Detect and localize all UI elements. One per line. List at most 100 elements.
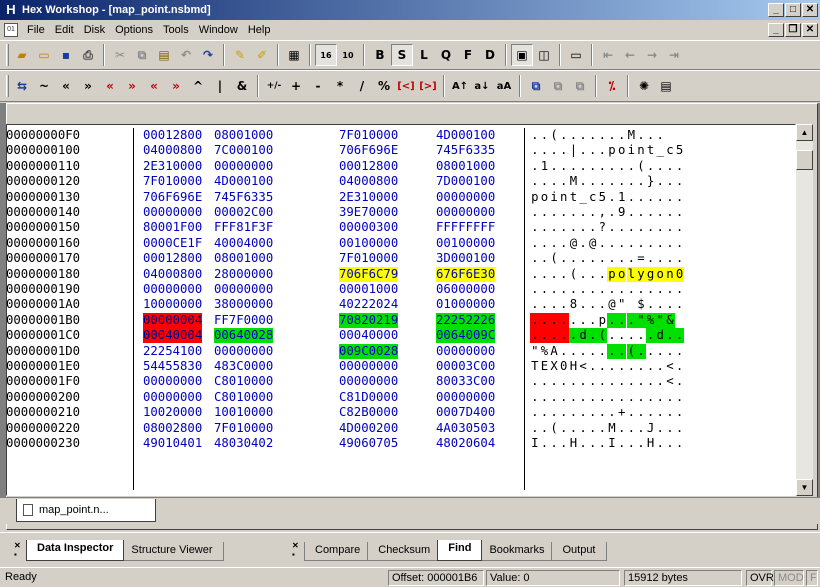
ascii-char[interactable]: .	[675, 159, 685, 174]
ascii-char[interactable]: .	[569, 390, 579, 405]
hex-cell[interactable]: 22252226	[436, 312, 496, 328]
bookmark-remove-icon[interactable]: ✐	[251, 44, 273, 66]
ascii-char[interactable]: .	[588, 344, 598, 359]
tab-bookmarks[interactable]: Bookmarks	[478, 542, 556, 561]
ascii-char[interactable]: .	[655, 359, 665, 374]
ascii-char[interactable]: 1	[540, 159, 550, 174]
ascii-char[interactable]: .	[530, 159, 540, 174]
ascii-char[interactable]: .	[675, 436, 685, 451]
ascii-char[interactable]: .	[655, 128, 665, 143]
ascii-char[interactable]: .	[540, 174, 550, 189]
ascii-char[interactable]: .	[665, 174, 675, 189]
hex-cell[interactable]: C8010000	[214, 374, 273, 389]
hex-cell[interactable]: 0007D400	[436, 405, 495, 420]
hex-cell[interactable]: FF7F0000	[214, 313, 273, 328]
ascii-char[interactable]: .	[655, 405, 665, 420]
hex-row[interactable]: 0000000220 08002800 7F010000 4D000200 4A0305…	[6, 421, 791, 436]
ascii-char[interactable]: .	[530, 205, 540, 220]
ascii-char[interactable]: .	[665, 236, 675, 251]
hex-cell[interactable]: 80033C00	[436, 374, 495, 389]
ascii-char[interactable]: .	[636, 421, 646, 436]
ascii-char[interactable]: .	[559, 251, 569, 266]
hex-cell[interactable]: 00001000	[339, 282, 398, 297]
hex-cell[interactable]: 28000000	[214, 267, 273, 282]
ascii-char[interactable]: .	[578, 344, 588, 359]
hex-cell[interactable]: 7D000100	[436, 174, 495, 189]
ascii-char[interactable]: (	[549, 128, 559, 143]
ascii-char[interactable]: .	[665, 390, 675, 405]
hex-row[interactable]: 00000001E0 54455830 483C0000 00000000 00003C…	[6, 359, 791, 374]
hex-cell[interactable]: 48020604	[436, 436, 495, 451]
ascii-char[interactable]: .	[588, 313, 598, 328]
hex-cell[interactable]: 08001000	[436, 159, 495, 174]
hex-cell[interactable]: C82B0000	[339, 405, 398, 420]
ascii-char[interactable]: .	[655, 390, 665, 405]
base-16-icon[interactable]: 16	[315, 44, 337, 66]
ascii-char[interactable]: .	[607, 251, 617, 266]
ascii-char[interactable]: .	[549, 282, 559, 297]
divide-icon[interactable]: /	[351, 75, 373, 97]
ascii-char[interactable]: y	[636, 266, 646, 282]
group-short-button[interactable]: S	[391, 44, 413, 66]
redo-icon[interactable]: ↷	[197, 44, 219, 66]
change-sign-icon[interactable]: +/-	[263, 75, 285, 97]
ascii-char[interactable]: =	[636, 251, 646, 266]
ascii-char[interactable]: .	[578, 282, 588, 297]
ascii-char[interactable]: .	[588, 374, 598, 389]
ascii-char[interactable]: .	[588, 174, 598, 189]
hex-cell[interactable]: 70820219	[339, 312, 399, 328]
ascii-char[interactable]: .	[646, 190, 656, 205]
ascii-char[interactable]: .	[655, 282, 665, 297]
ascii-char[interactable]: .	[655, 251, 665, 266]
ascii-char[interactable]: .	[559, 143, 569, 158]
hex-row[interactable]: 0000000100 04000800 7C000100 706F696E 745F63…	[6, 143, 791, 158]
ascii-char[interactable]: .	[665, 328, 675, 344]
tab-compare[interactable]: Compare	[304, 542, 372, 561]
hex-row[interactable]: 0000000210 10020000 10010000 C82B0000 0007D4…	[6, 405, 791, 420]
ascii-char[interactable]: .	[636, 220, 646, 235]
ascii-char[interactable]: .	[588, 390, 598, 405]
ascii-char[interactable]	[627, 297, 637, 312]
ascii-char[interactable]: .	[588, 143, 598, 158]
ascii-char[interactable]: .	[540, 220, 550, 235]
ascii-char[interactable]: M	[607, 421, 617, 436]
ascii-char[interactable]: o	[655, 266, 666, 282]
go-forward-icon[interactable]: →	[641, 44, 663, 66]
ascii-char[interactable]: .	[588, 436, 598, 451]
ascii-char[interactable]: .	[646, 297, 656, 312]
ascii-char[interactable]: .	[569, 344, 579, 359]
hex-cell[interactable]: 009C0028	[339, 343, 399, 359]
ascii-char[interactable]: .	[549, 267, 559, 282]
hex-row[interactable]: 0000000120 7F010000 4D000100 04000800 7D0001…	[6, 174, 791, 189]
ascii-char[interactable]: .	[540, 282, 550, 297]
ascii-char[interactable]: n	[559, 190, 569, 205]
ascii-char[interactable]: .	[530, 421, 540, 436]
ascii-char[interactable]: .	[655, 297, 665, 312]
ascii-char[interactable]: .	[675, 236, 685, 251]
ascii-char[interactable]: .	[636, 343, 646, 359]
ascii-char[interactable]: .	[627, 436, 637, 451]
hex-cell[interactable]: 00000000	[143, 374, 202, 389]
hex-cell[interactable]: 745F6335	[436, 143, 495, 158]
ascii-char[interactable]: .	[665, 220, 675, 235]
ascii-char[interactable]: .	[598, 297, 608, 312]
ceiling-icon[interactable]: [>]	[417, 75, 439, 97]
ascii-char[interactable]: M	[569, 174, 579, 189]
ascii-char[interactable]: .	[540, 205, 550, 220]
ascii-char[interactable]: .	[598, 236, 608, 251]
ascii-char[interactable]: .	[617, 220, 627, 235]
hex-row[interactable]: 0000000130 706F696E 745F6335 2E310000 000000…	[6, 190, 791, 205]
hex-cell[interactable]: 00000000	[143, 205, 202, 220]
ascii-char[interactable]: .	[675, 282, 685, 297]
ascii-char[interactable]: .	[540, 251, 550, 266]
close-button[interactable]: ✕	[802, 3, 818, 17]
hex-cell[interactable]: 00000300	[339, 220, 398, 235]
ascii-char[interactable]: .	[588, 297, 598, 312]
ascii-char[interactable]: .	[636, 359, 646, 374]
ascii-char[interactable]: .	[675, 205, 685, 220]
hex-cell[interactable]: 00012800	[143, 251, 202, 266]
ascii-char[interactable]: .	[636, 190, 646, 205]
ascii-char[interactable]: .	[617, 159, 627, 174]
sync-next-icon[interactable]: ⧉	[569, 75, 591, 97]
ascii-char[interactable]: .	[616, 312, 627, 328]
